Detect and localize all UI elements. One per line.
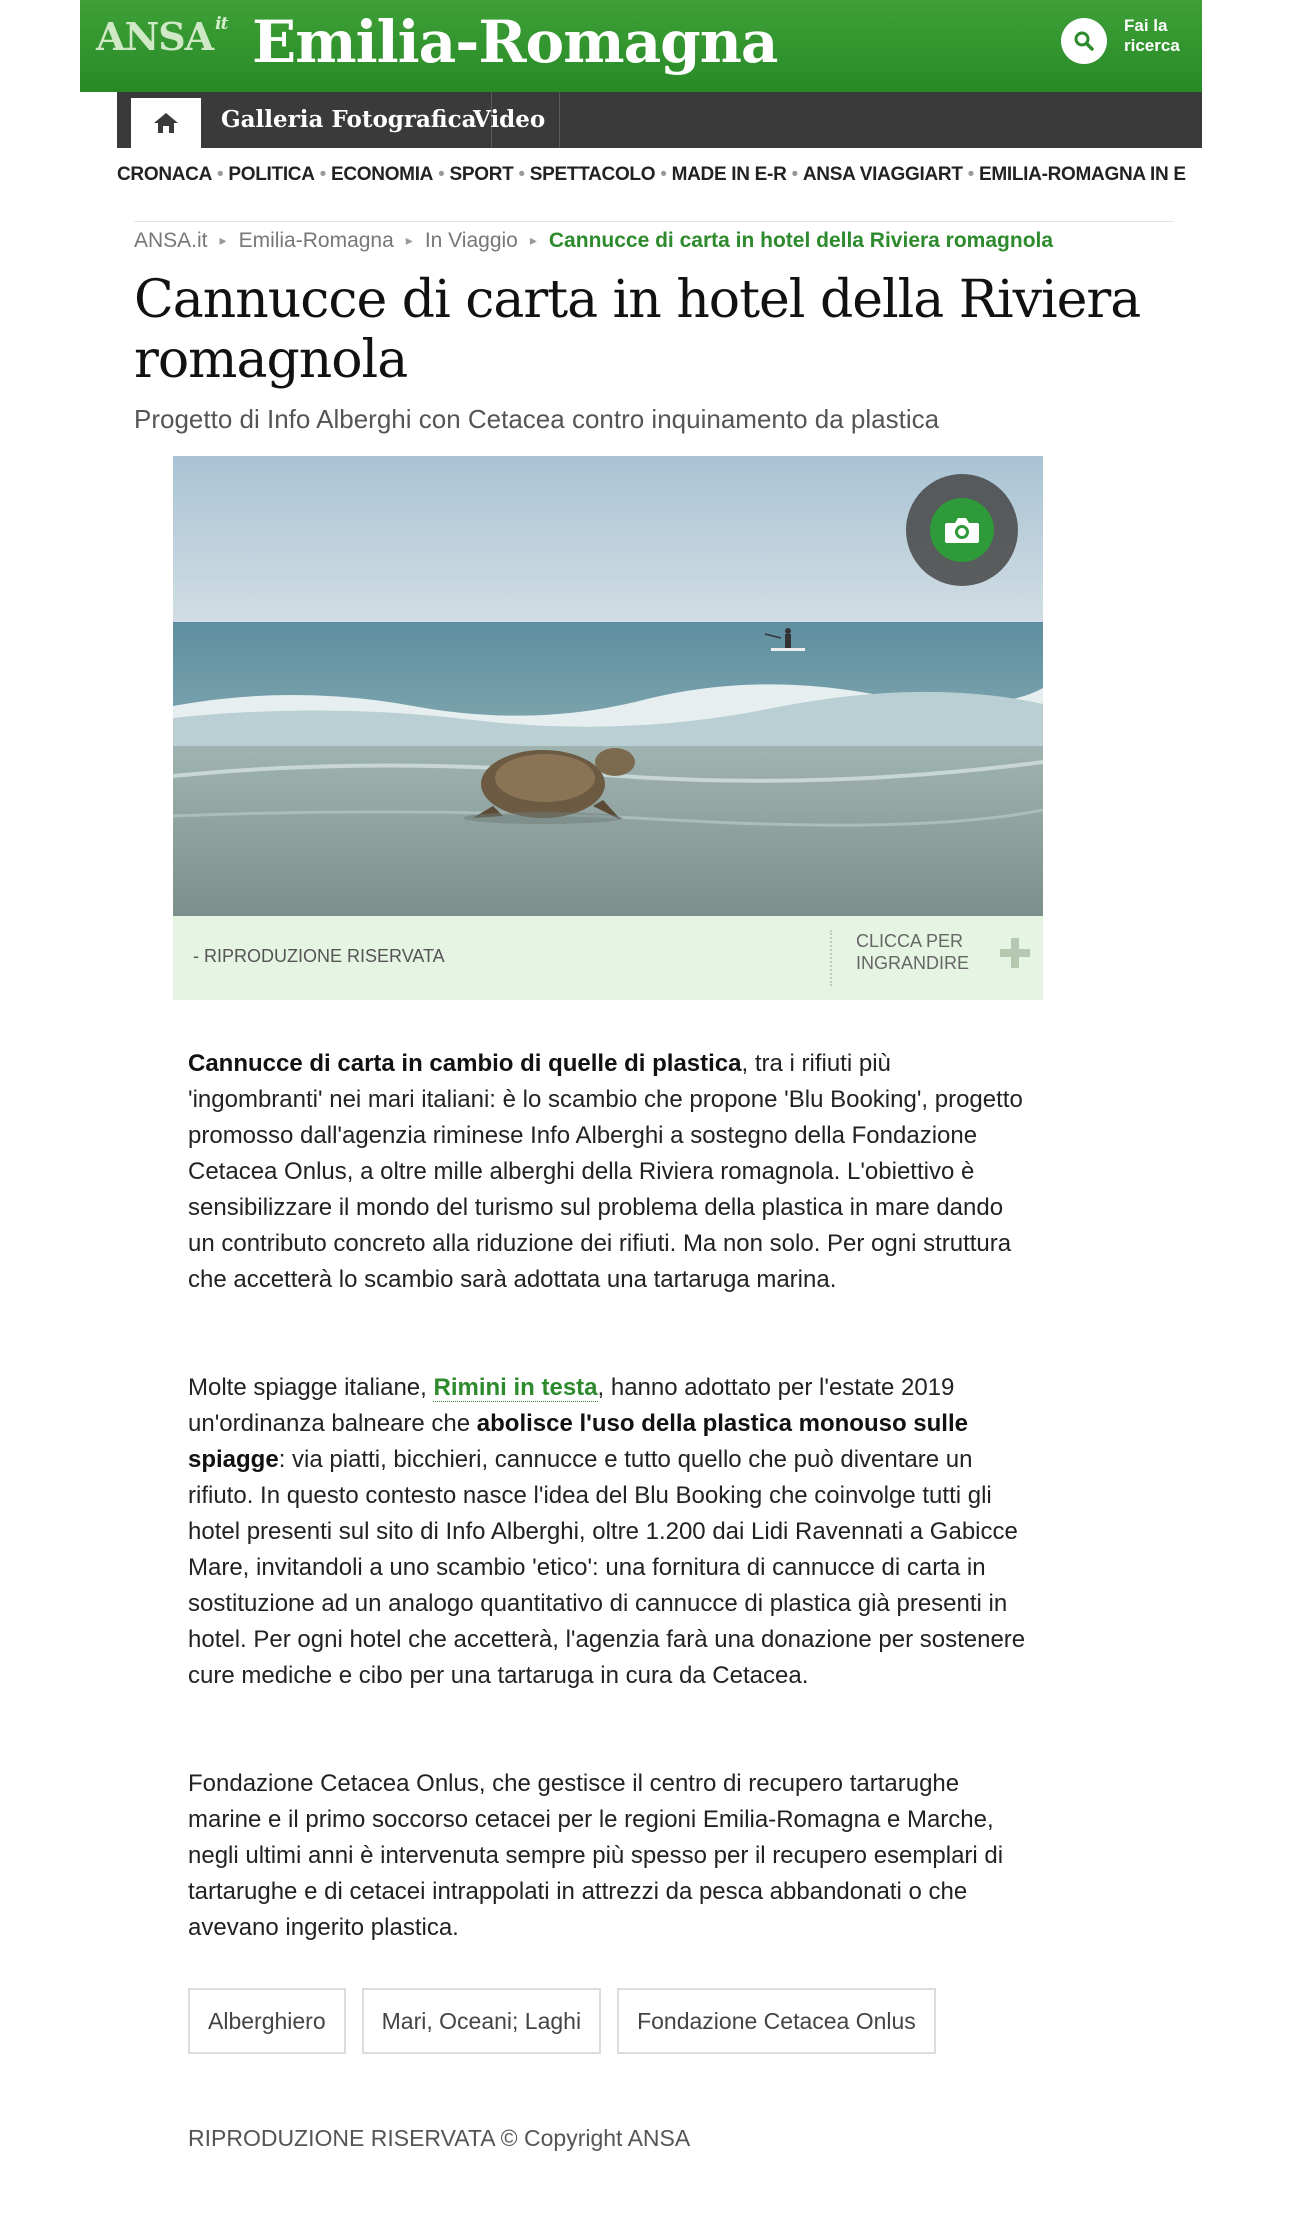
section-link-emilia-romagna-in-europa[interactable]: EMILIA-ROMAGNA IN E xyxy=(979,164,1186,185)
section-separator: • xyxy=(791,164,799,185)
enlarge-label-line-1: CLICCA PER xyxy=(856,931,964,951)
site-header: ANSA it Emilia-Romagna Fai la ricerca xyxy=(80,0,1202,92)
article-title: Cannucce di carta in hotel della Riviera… xyxy=(134,270,1141,390)
section-link-spettacolo[interactable]: SPETTACOLO xyxy=(530,164,656,185)
breadcrumb-current[interactable]: Cannucce di carta in hotel della Riviera… xyxy=(549,229,1053,252)
article-paragraph-3: Fondazione Cetacea Onlus, che gestisce i… xyxy=(188,1770,1004,1941)
nav-gallery-link[interactable]: Galleria Fotografica xyxy=(207,92,492,148)
tag-fondazione-cetacea-onlus[interactable]: Fondazione Cetacea Onlus xyxy=(617,1988,936,2054)
brand-suffix: it xyxy=(215,14,228,34)
photo-caption-bar: - RIPRODUZIONE RISERVATA CLICCA PER INGR… xyxy=(173,916,1043,1000)
plus-icon xyxy=(1000,938,1030,968)
rimini-in-testa-link[interactable]: Rimini in testa xyxy=(433,1374,598,1402)
tag-mari-oceani-laghi[interactable]: Mari, Oceani; Laghi xyxy=(361,1988,602,2054)
tag-alberghiero[interactable]: Alberghiero xyxy=(188,1988,346,2054)
home-icon xyxy=(154,113,178,133)
section-separator: • xyxy=(319,164,327,185)
breadcrumb-ansa[interactable]: ANSA.it xyxy=(134,229,208,252)
page: ANSA it Emilia-Romagna Fai la ricerca Gal… xyxy=(0,0,1300,2216)
article-tags: Alberghiero Mari, Oceani; Laghi Fondazio… xyxy=(188,1988,936,2054)
chevron-right-icon: ▸ xyxy=(219,232,227,248)
breadcrumb: ANSA.it ▸ Emilia-Romagna ▸ In Viaggio ▸ Cannuc… xyxy=(134,229,1053,253)
header-divider xyxy=(134,221,1174,222)
photo-caption: - RIPRODUZIONE RISERVATA xyxy=(193,946,445,966)
article-paragraph-2: Molte spiagge italiane, Rimini in testa,… xyxy=(188,1370,1028,1694)
enlarge-label-line-2: INGRANDIRE xyxy=(856,953,970,973)
paragraph-1-lead: Cannucce di carta in cambio di quelle di… xyxy=(188,1050,742,1077)
section-link-politica[interactable]: POLITICA xyxy=(228,164,315,185)
ansa-logo[interactable]: ANSA it xyxy=(96,14,228,59)
section-separator: • xyxy=(967,164,975,185)
copyright-notice: RIPRODUZIONE RISERVATA © Copyright ANSA xyxy=(188,2125,691,2151)
search-button[interactable] xyxy=(1061,18,1107,64)
article-subtitle: Progetto di Info Alberghi con Cetacea co… xyxy=(134,404,940,434)
paragraph-1-text: , tra i rifiuti più 'ingombranti' nei ma… xyxy=(188,1050,1023,1293)
enlarge-label: CLICCA PER INGRANDIRE xyxy=(856,930,969,974)
chevron-right-icon: ▸ xyxy=(405,232,413,248)
article-paragraph-1: Cannucce di carta in cambio di quelle di… xyxy=(188,1046,1028,1298)
section-separator: • xyxy=(660,164,667,185)
section-separator: • xyxy=(217,164,224,185)
breadcrumb-emilia-romagna[interactable]: Emilia-Romagna xyxy=(239,229,394,252)
enlarge-photo-button[interactable]: CLICCA PER INGRANDIRE xyxy=(830,930,1043,986)
search-icon xyxy=(1074,31,1094,51)
section-link-made-in-er[interactable]: MADE IN E-R xyxy=(672,164,787,185)
region-title[interactable]: Emilia-Romagna xyxy=(252,8,778,76)
section-link-ansa-viaggiart[interactable]: ANSA VIAGGIART xyxy=(803,164,963,185)
breadcrumb-in-viaggio[interactable]: In Viaggio xyxy=(425,229,518,252)
paragraph-2-text-c: : via piatti, bicchieri, cannucce e tutt… xyxy=(188,1446,1026,1689)
search-label[interactable]: Fai la ricerca xyxy=(1124,16,1196,56)
open-gallery-button[interactable] xyxy=(906,474,1018,586)
section-link-economia[interactable]: ECONOMIA xyxy=(331,164,433,185)
camera-icon xyxy=(945,518,979,543)
section-menu: CRONACA • POLITICA • ECONOMIA • SPORT • SPETTACO… xyxy=(117,164,1202,196)
section-separator: • xyxy=(518,164,525,185)
camera-icon-bg xyxy=(930,498,994,562)
chevron-right-icon: ▸ xyxy=(529,232,537,248)
section-separator: • xyxy=(438,164,445,185)
home-tab[interactable] xyxy=(131,98,201,148)
section-link-sport[interactable]: SPORT xyxy=(449,164,513,185)
paragraph-2-text-a: Molte spiagge italiane, xyxy=(188,1374,434,1401)
nav-video-link[interactable]: Video xyxy=(459,92,561,148)
main-nav: Galleria Fotografica Video xyxy=(117,92,1202,148)
brand-name: ANSA xyxy=(96,14,214,59)
section-link-cronaca[interactable]: CRONACA xyxy=(117,164,212,185)
